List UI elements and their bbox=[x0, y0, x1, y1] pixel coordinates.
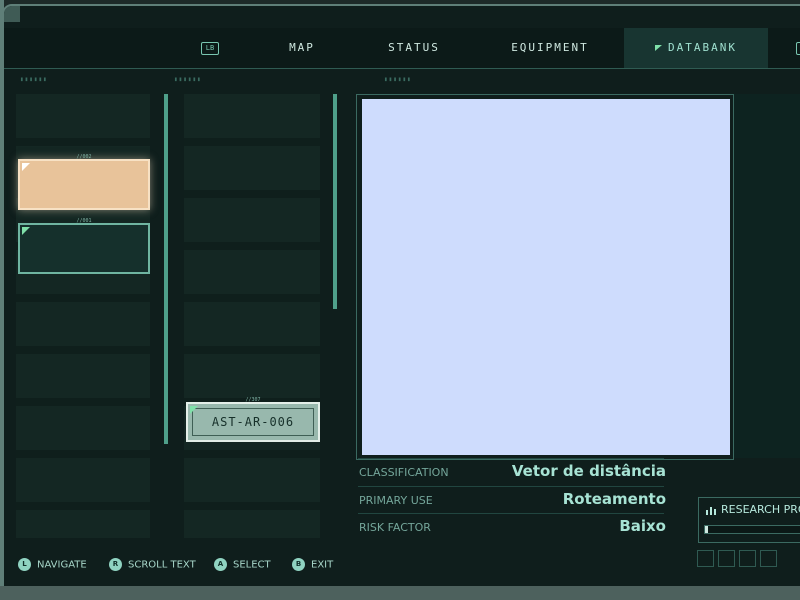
status-slots bbox=[697, 550, 781, 571]
control-label: SCROLL TEXT bbox=[128, 559, 196, 571]
decor-ticks: ▮▮▮▮▮▮ bbox=[174, 76, 202, 83]
databank-screen: LB MAP STATUS EQUIPMENT DATABANK R ▮▮▮▮▮… bbox=[2, 4, 800, 592]
decor-ticks: ▮▮▮▮▮▮ bbox=[384, 76, 412, 83]
entry-preview-image bbox=[362, 99, 730, 455]
frame-corner bbox=[4, 6, 20, 22]
info-row-risk-factor: RISK FACTOR Baixo bbox=[358, 513, 666, 540]
corner-marker-icon bbox=[22, 163, 30, 171]
status-slot bbox=[697, 550, 714, 567]
info-row-classification: CLASSIFICATION Vetor de distância bbox=[358, 458, 666, 485]
info-value: Roteamento bbox=[562, 490, 666, 508]
window-bottom-edge bbox=[0, 586, 800, 600]
info-value: Vetor de distância bbox=[511, 462, 666, 480]
corner-marker-icon bbox=[22, 227, 30, 235]
control-scroll-text[interactable]: R SCROLL TEXT bbox=[109, 558, 196, 571]
entry-number: //002 bbox=[76, 154, 92, 160]
entry-label: AST-AR-006 bbox=[211, 415, 295, 429]
tab-equipment[interactable]: EQUIPMENT bbox=[494, 28, 606, 68]
status-slot bbox=[760, 550, 777, 567]
b-button-icon: B bbox=[292, 558, 305, 571]
control-label: EXIT bbox=[311, 559, 334, 571]
top-nav-bar: LB MAP STATUS EQUIPMENT DATABANK R bbox=[4, 28, 800, 69]
controls-legend: L NAVIGATE R SCROLL TEXT A SELECT B EXIT bbox=[4, 546, 344, 576]
column-2-scrollbar[interactable] bbox=[333, 94, 337, 309]
a-button-icon: A bbox=[214, 558, 227, 571]
info-row-primary-use: PRIMARY USE Roteamento bbox=[358, 486, 666, 513]
entry-number: //001 bbox=[76, 218, 92, 224]
side-panel bbox=[734, 94, 800, 458]
entry-number: //307 bbox=[245, 397, 261, 403]
info-key: PRIMARY USE bbox=[359, 494, 433, 507]
status-slot bbox=[739, 550, 756, 567]
info-key: RISK FACTOR bbox=[359, 521, 431, 534]
bar-chart-icon bbox=[706, 506, 716, 515]
info-value: Baixo bbox=[619, 517, 666, 535]
research-progress-bar bbox=[704, 525, 800, 534]
tab-databank[interactable]: DATABANK bbox=[624, 28, 768, 68]
control-label: SELECT bbox=[233, 559, 271, 571]
r-stick-icon: R bbox=[109, 558, 122, 571]
research-progress-panel: RESEARCH PROG bbox=[698, 497, 800, 543]
rb-bumper-hint[interactable]: R bbox=[796, 42, 800, 55]
research-progress-fill bbox=[705, 526, 709, 533]
control-exit[interactable]: B EXIT bbox=[292, 558, 333, 571]
tab-map[interactable]: MAP bbox=[264, 28, 340, 68]
tab-databank-label: DATABANK bbox=[668, 41, 737, 54]
research-progress-title: RESEARCH PROG bbox=[706, 503, 800, 516]
entry-column-2 bbox=[184, 94, 320, 538]
control-label: NAVIGATE bbox=[37, 559, 87, 571]
decor-ticks: ▮▮▮▮▮▮ bbox=[20, 76, 48, 83]
l-stick-icon: L bbox=[18, 558, 31, 571]
active-tab-marker-icon bbox=[655, 45, 662, 51]
control-navigate[interactable]: L NAVIGATE bbox=[18, 558, 87, 571]
column-1-scrollbar[interactable] bbox=[164, 94, 168, 444]
databank-entry-ast-ar-006[interactable]: //307 AST-AR-006 bbox=[186, 397, 320, 442]
lb-bumper-hint[interactable]: LB bbox=[201, 42, 219, 55]
control-select[interactable]: A SELECT bbox=[214, 558, 271, 571]
info-key: CLASSIFICATION bbox=[359, 466, 449, 479]
research-progress-label: RESEARCH PROG bbox=[721, 503, 800, 516]
status-slot bbox=[718, 550, 735, 567]
databank-entry-selected[interactable]: //002 bbox=[18, 154, 150, 210]
tab-status[interactable]: STATUS bbox=[366, 28, 462, 68]
databank-entry[interactable]: //001 bbox=[18, 218, 150, 274]
